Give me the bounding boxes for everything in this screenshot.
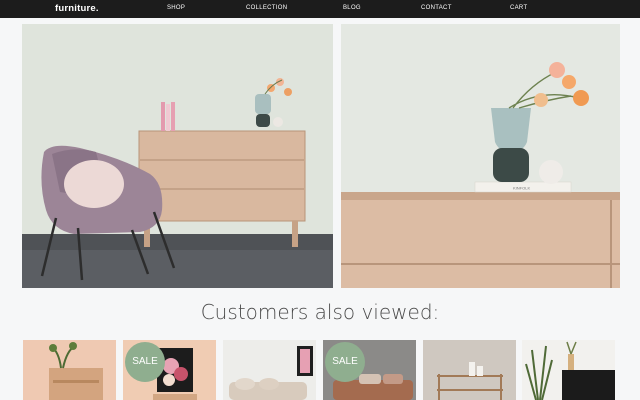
nav-contact[interactable]: CONTACT: [421, 5, 452, 11]
hero-image-left[interactable]: [22, 24, 333, 288]
nav-cart[interactable]: CART: [510, 5, 527, 11]
product-card-2[interactable]: SALE: [123, 340, 216, 400]
hero-image-right[interactable]: KINFOLK: [341, 24, 620, 288]
product-card-5[interactable]: [423, 340, 516, 400]
product-card-1[interactable]: [23, 340, 116, 400]
sale-badge: SALE: [125, 342, 165, 382]
customers-also-viewed-heading: Customers also viewed:: [200, 300, 440, 324]
product-image: [423, 340, 516, 400]
product-card-4[interactable]: SALE: [323, 340, 416, 400]
living-room-illustration: [22, 24, 333, 288]
book-spine-text: KINFOLK: [513, 186, 530, 191]
brand-logo[interactable]: furniture.: [55, 3, 99, 14]
product-card-6[interactable]: [522, 340, 615, 400]
product-image: [522, 340, 615, 400]
dresser-closeup-illustration: KINFOLK: [341, 24, 620, 288]
product-card-3[interactable]: [223, 340, 316, 400]
product-image: [223, 340, 316, 400]
nav-blog[interactable]: BLOG: [343, 5, 361, 11]
product-image: [23, 340, 116, 400]
brand-name: furniture: [55, 3, 96, 14]
brand-dot: .: [95, 3, 99, 14]
nav-shop[interactable]: SHOP: [167, 5, 185, 11]
sale-badge: SALE: [325, 342, 365, 382]
nav-collection[interactable]: COLLECTION: [246, 5, 287, 11]
top-navigation: furniture. SHOP COLLECTION BLOG CONTACT …: [0, 0, 640, 18]
